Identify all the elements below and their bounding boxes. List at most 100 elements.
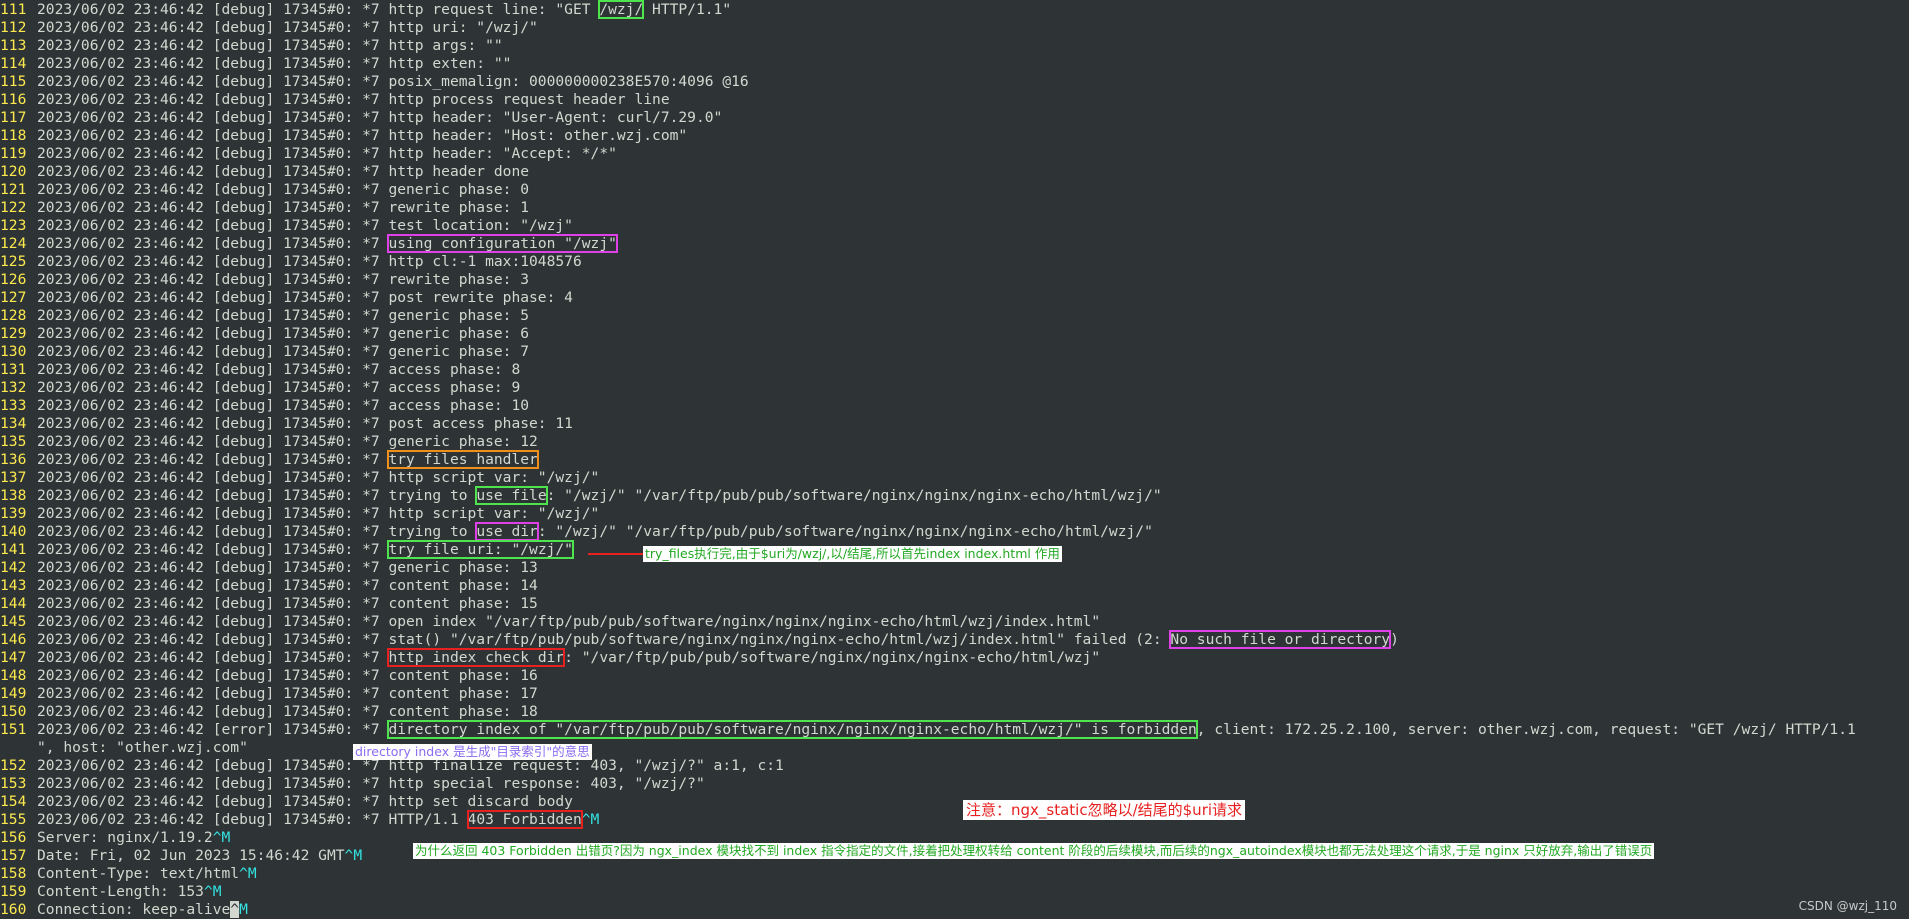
line-number: 121 <box>0 181 27 198</box>
line-number: 150 <box>0 703 27 720</box>
log-line: 112 2023/06/02 23:46:42 [debug] 17345#0: … <box>0 19 538 36</box>
line-number: 139 <box>0 505 27 522</box>
log-line: 151 2023/06/02 23:46:42 [error] 17345#0: … <box>0 720 1856 739</box>
highlight-no-such-file: No such file or directory <box>1169 630 1392 649</box>
log-line: 117 2023/06/02 23:46:42 [debug] 17345#0: … <box>0 109 723 126</box>
log-line: 113 2023/06/02 23:46:42 [debug] 17345#0: … <box>0 37 503 54</box>
log-line: 149 2023/06/02 23:46:42 [debug] 17345#0: … <box>0 685 538 702</box>
log-line: 147 2023/06/02 23:46:42 [debug] 17345#0: … <box>0 648 1101 667</box>
annotation-connector-line <box>588 553 644 555</box>
log-line: 127 2023/06/02 23:46:42 [debug] 17345#0: … <box>0 289 573 306</box>
log-line: 143 2023/06/02 23:46:42 [debug] 17345#0: … <box>0 577 538 594</box>
line-number: 149 <box>0 685 27 702</box>
line-number: 122 <box>0 199 27 216</box>
line-number: 127 <box>0 289 27 306</box>
line-number: 144 <box>0 595 27 612</box>
log-line: 131 2023/06/02 23:46:42 [debug] 17345#0: … <box>0 361 521 378</box>
line-number: 115 <box>0 73 27 90</box>
line-number: 130 <box>0 343 27 360</box>
line-number: 148 <box>0 667 27 684</box>
line-number: 128 <box>0 307 27 324</box>
highlight-use-file: use file <box>475 486 548 505</box>
line-number: 131 <box>0 361 27 378</box>
line-number: 135 <box>0 433 27 450</box>
log-line: 139 2023/06/02 23:46:42 [debug] 17345#0: … <box>0 505 600 522</box>
log-line: 120 2023/06/02 23:46:42 [debug] 17345#0: … <box>0 163 530 180</box>
line-number: 124 <box>0 235 27 252</box>
log-line: 153 2023/06/02 23:46:42 [debug] 17345#0: … <box>0 775 705 792</box>
highlight-uri: /wzj/ <box>598 0 645 19</box>
line-number: 114 <box>0 55 27 72</box>
highlight-directory-forbidden: directory index of "/var/ftp/pub/pub/sof… <box>387 720 1198 739</box>
log-line: 135 2023/06/02 23:46:42 [debug] 17345#0: … <box>0 433 538 450</box>
line-number: 113 <box>0 37 27 54</box>
line-number: 159 <box>0 883 27 900</box>
log-line: 126 2023/06/02 23:46:42 [debug] 17345#0: … <box>0 271 530 288</box>
log-line: 118 2023/06/02 23:46:42 [debug] 17345#0: … <box>0 127 688 144</box>
log-line: 130 2023/06/02 23:46:42 [debug] 17345#0: … <box>0 343 530 360</box>
line-number: 118 <box>0 127 27 144</box>
line-number: 143 <box>0 577 27 594</box>
line-number: 112 <box>0 19 27 36</box>
log-line: 160 Connection: keep-alive^M <box>0 901 248 918</box>
line-number: 125 <box>0 253 27 270</box>
log-line: 115 2023/06/02 23:46:42 [debug] 17345#0: … <box>0 73 749 90</box>
line-number: 153 <box>0 775 27 792</box>
line-number: 155 <box>0 811 27 828</box>
annotation-forbidden-reason: 为什么返回 403 Forbidden 出错页?因为 ngx_index 模块找… <box>413 843 1655 859</box>
log-line: 148 2023/06/02 23:46:42 [debug] 17345#0: … <box>0 667 538 684</box>
line-number: 147 <box>0 649 27 666</box>
annotation-try-files: try_files执行完,由于$uri为/wzj/,以/结尾,所以首先index… <box>643 546 1062 562</box>
line-number: 154 <box>0 793 27 810</box>
log-line: 122 2023/06/02 23:46:42 [debug] 17345#0: … <box>0 199 530 216</box>
line-number: 133 <box>0 397 27 414</box>
log-line: 116 2023/06/02 23:46:42 [debug] 17345#0: … <box>0 91 670 108</box>
line-number: 138 <box>0 487 27 504</box>
log-line: 121 2023/06/02 23:46:42 [debug] 17345#0: … <box>0 181 530 198</box>
line-number: 134 <box>0 415 27 432</box>
log-line: 138 2023/06/02 23:46:42 [debug] 17345#0: … <box>0 486 1162 505</box>
log-line: 140 2023/06/02 23:46:42 [debug] 17345#0: … <box>0 522 1153 541</box>
log-line: 119 2023/06/02 23:46:42 [debug] 17345#0: … <box>0 145 617 162</box>
log-line: 146 2023/06/02 23:46:42 [debug] 17345#0: … <box>0 630 1399 649</box>
line-number: 156 <box>0 829 27 846</box>
highlight-index-check-dir: http index check dir <box>387 648 566 667</box>
line-number: 146 <box>0 631 27 648</box>
annotation-directory-index: directory index 是生成"目录索引"的意思 <box>353 744 592 760</box>
line-number: 140 <box>0 523 27 540</box>
log-line: 158 Content-Type: text/html^M <box>0 865 257 882</box>
line-number: 152 <box>0 757 27 774</box>
log-line: 155 2023/06/02 23:46:42 [debug] 17345#0: … <box>0 810 600 829</box>
line-number: 116 <box>0 91 27 108</box>
log-line: 123 2023/06/02 23:46:42 [debug] 17345#0: … <box>0 217 573 234</box>
highlight-403-forbidden: 403 Forbidden <box>466 810 583 829</box>
line-number: 119 <box>0 145 27 162</box>
terminal-log[interactable]: 111 2023/06/02 23:46:42 [debug] 17345#0: … <box>0 0 1909 919</box>
log-line: 111 2023/06/02 23:46:42 [debug] 17345#0: … <box>0 0 732 19</box>
line-number: 129 <box>0 325 27 342</box>
highlight-use-dir: use dir <box>475 522 539 541</box>
line-number: 117 <box>0 109 27 126</box>
log-line: 133 2023/06/02 23:46:42 [debug] 17345#0: … <box>0 397 530 414</box>
log-line: 124 2023/06/02 23:46:42 [debug] 17345#0: … <box>0 234 618 253</box>
line-number: 151 <box>0 721 27 738</box>
log-line: 129 2023/06/02 23:46:42 [debug] 17345#0: … <box>0 325 530 342</box>
log-line: 154 2023/06/02 23:46:42 [debug] 17345#0: … <box>0 793 573 810</box>
line-number: 157 <box>0 847 27 864</box>
log-line: 132 2023/06/02 23:46:42 [debug] 17345#0: … <box>0 379 521 396</box>
log-line: 152 2023/06/02 23:46:42 [debug] 17345#0: … <box>0 757 784 774</box>
annotation-ngx-static: 注意：ngx_static忽略以/结尾的$uri请求 <box>963 800 1246 820</box>
log-line: 144 2023/06/02 23:46:42 [debug] 17345#0: … <box>0 595 538 612</box>
log-line: 159 Content-Length: 153^M <box>0 883 222 900</box>
highlight-using-configuration: using configuration "/wzj" <box>387 234 618 253</box>
line-number: 160 <box>0 901 27 918</box>
line-number: 126 <box>0 271 27 288</box>
line-number: 132 <box>0 379 27 396</box>
log-line-continuation: ", host: "other.wzj.com" <box>37 739 248 756</box>
line-number: 120 <box>0 163 27 180</box>
line-number: 111 <box>0 1 27 18</box>
log-line: 145 2023/06/02 23:46:42 [debug] 17345#0: … <box>0 613 1101 630</box>
log-line: 137 2023/06/02 23:46:42 [debug] 17345#0: … <box>0 469 600 486</box>
log-line: 136 2023/06/02 23:46:42 [debug] 17345#0: … <box>0 450 539 469</box>
log-line: 128 2023/06/02 23:46:42 [debug] 17345#0: … <box>0 307 530 324</box>
